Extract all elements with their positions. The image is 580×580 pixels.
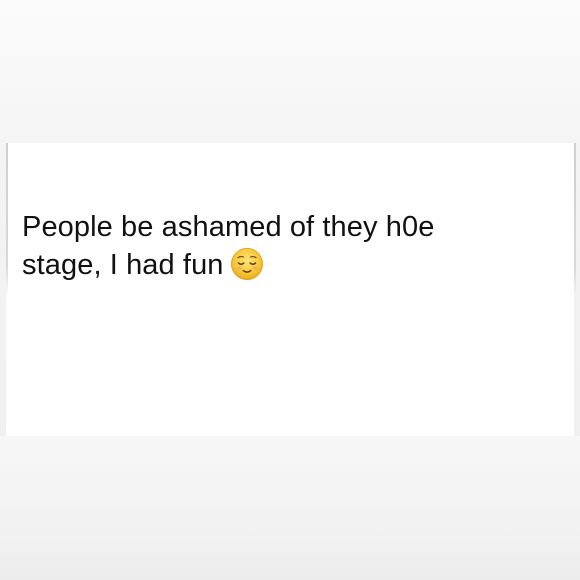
relieved-face-icon: [230, 248, 263, 280]
card-right-edge: [574, 143, 576, 298]
card-left-edge: [6, 143, 8, 298]
top-background: [0, 0, 580, 143]
tweet-line-2-text: stage, I had fun: [22, 249, 224, 281]
tweet-line-1: People be ashamed of they h0e: [22, 211, 435, 243]
tweet-card: [6, 143, 574, 436]
bottom-background: [0, 436, 580, 580]
tweet-line-2: stage, I had fun: [22, 246, 562, 284]
tweet-text: People be ashamed of they h0e stage, I h…: [22, 208, 562, 284]
screenshot-page: People be ashamed of they h0e stage, I h…: [0, 0, 580, 580]
